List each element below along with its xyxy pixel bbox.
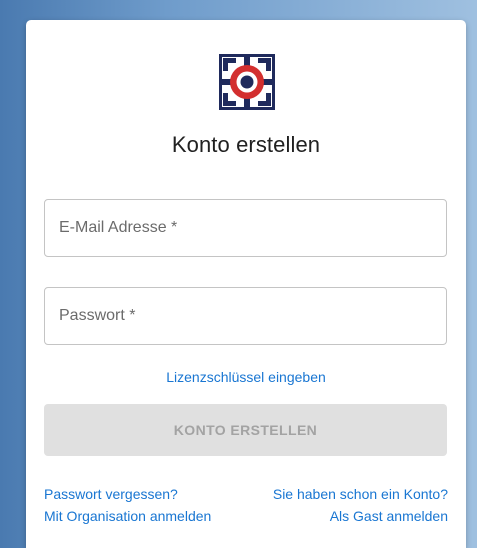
password-input[interactable] — [45, 288, 446, 344]
password-field[interactable] — [44, 287, 447, 345]
target-logo-icon — [219, 54, 275, 110]
guest-login-link[interactable]: Als Gast anmelden — [330, 508, 448, 524]
signup-card: Konto erstellen Lizenzschlüssel eingeben… — [26, 20, 466, 548]
create-account-button[interactable]: KONTO ERSTELLEN — [44, 404, 447, 456]
email-field[interactable] — [44, 199, 447, 257]
email-input[interactable] — [45, 200, 446, 256]
license-key-link[interactable]: Lizenzschlüssel eingeben — [26, 369, 466, 385]
organization-login-link[interactable]: Mit Organisation anmelden — [44, 508, 211, 524]
page-title: Konto erstellen — [171, 132, 321, 157]
existing-account-link[interactable]: Sie haben schon ein Konto? — [273, 486, 448, 502]
forgot-password-link[interactable]: Passwort vergessen? — [44, 486, 178, 502]
